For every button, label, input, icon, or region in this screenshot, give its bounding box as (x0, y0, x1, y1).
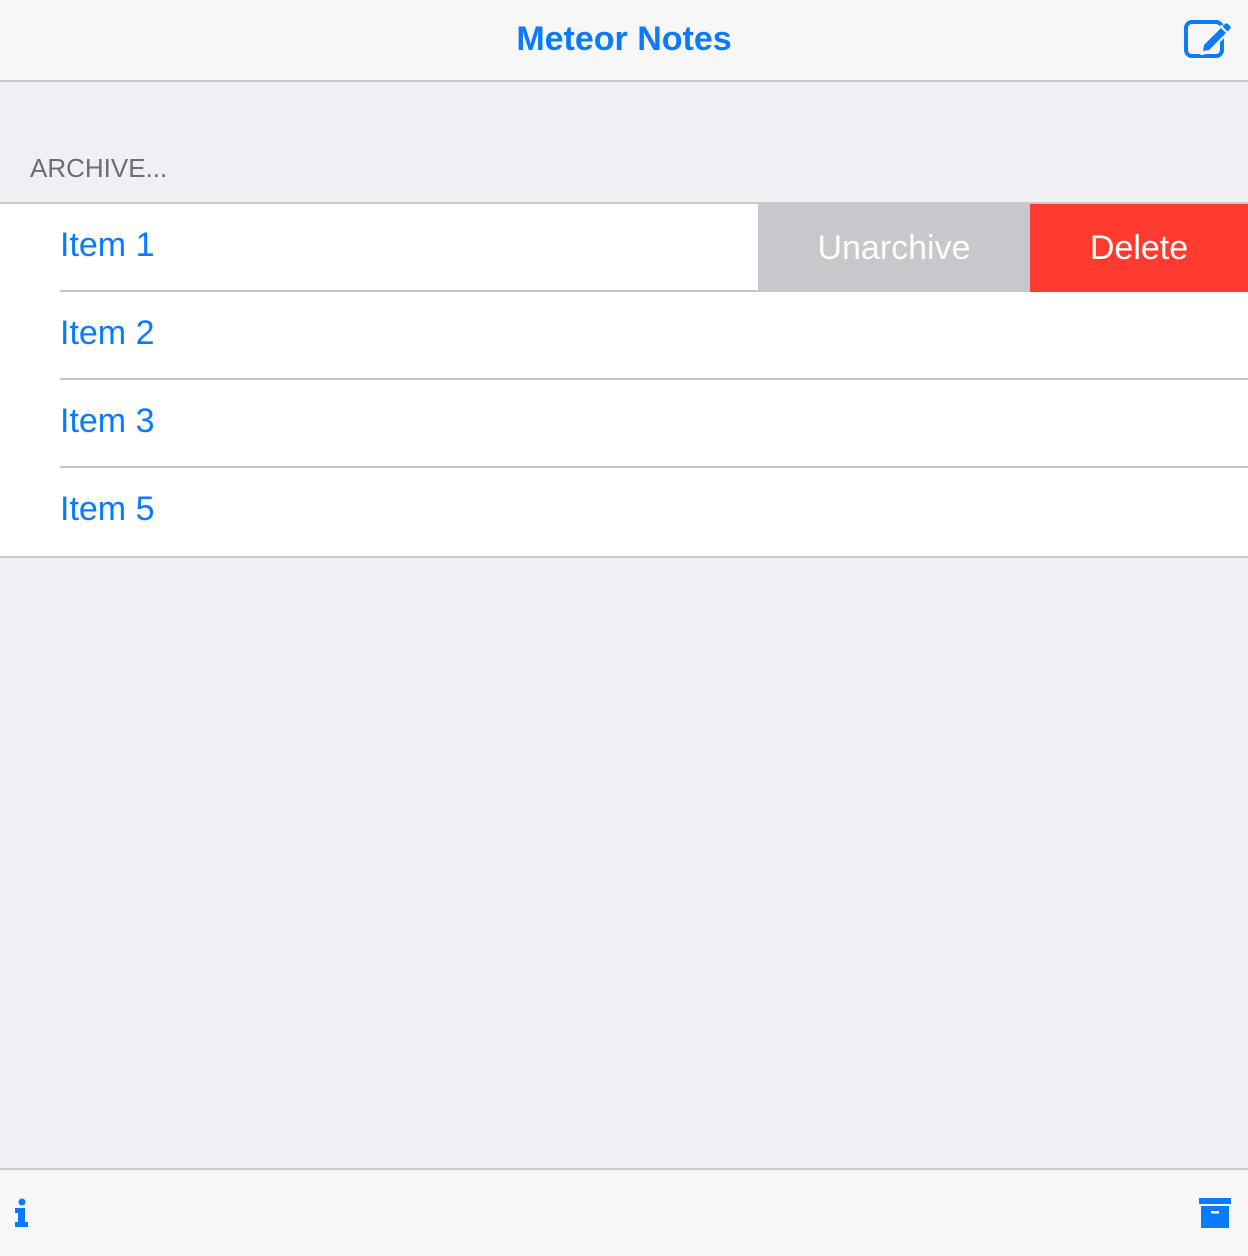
unarchive-button[interactable]: Unarchive (758, 204, 1030, 292)
page-title: Meteor Notes (516, 20, 732, 58)
list-item-label[interactable]: Item 1 (60, 204, 154, 290)
list-item[interactable]: Item 3 (0, 380, 1248, 468)
compose-button[interactable] (1182, 14, 1232, 64)
list-item-label[interactable]: Item 3 (60, 380, 154, 466)
list-item-label[interactable]: Item 5 (60, 468, 154, 554)
info-icon (15, 1198, 28, 1227)
bottom-toolbar (0, 1168, 1248, 1256)
archive-list: Item 1 Unarchive Delete Item 2 Item 3 It… (0, 202, 1248, 558)
list-item[interactable]: Item 2 (0, 292, 1248, 380)
delete-button[interactable]: Delete (1030, 204, 1248, 292)
navigation-bar: Meteor Notes (0, 0, 1248, 82)
archive-icon (1199, 1198, 1231, 1228)
info-button[interactable] (12, 1198, 32, 1228)
swipe-actions: Unarchive Delete (758, 204, 1248, 292)
compose-icon (1184, 20, 1231, 58)
list-item-label[interactable]: Item 2 (60, 292, 154, 378)
list-item[interactable]: Item 1 Unarchive Delete (0, 204, 1248, 292)
section-header: ARCHIVE... (30, 153, 168, 183)
list-item[interactable]: Item 5 (0, 468, 1248, 556)
archive-button[interactable] (1198, 1196, 1232, 1230)
